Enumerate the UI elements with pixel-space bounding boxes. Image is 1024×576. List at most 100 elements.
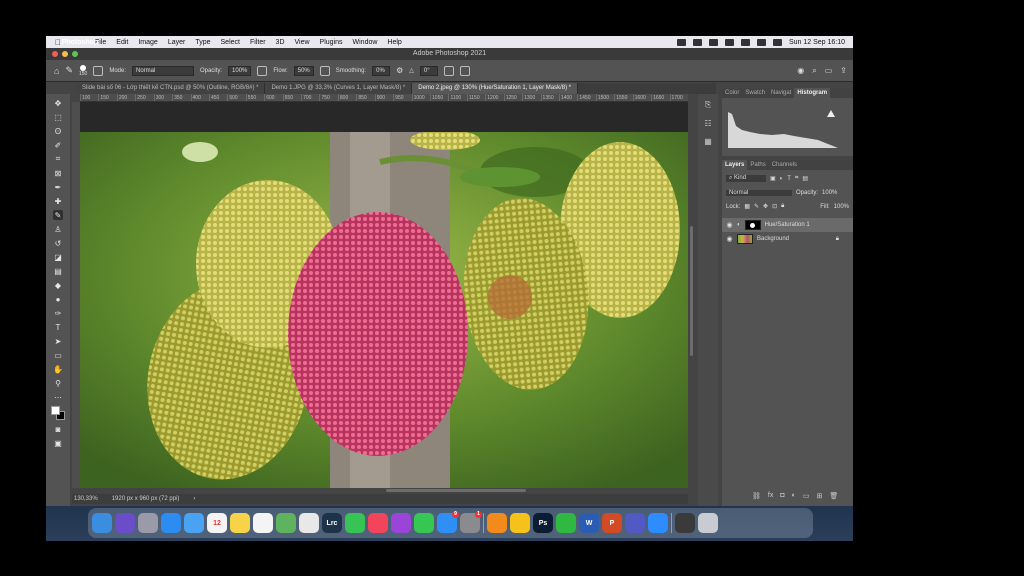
dock-app-app-store[interactable]: 9 <box>437 511 459 533</box>
healing-brush-tool-icon[interactable]: ✚ <box>53 196 63 206</box>
gradient-tool-icon[interactable]: ▤ <box>53 266 63 276</box>
eyedropper-tool-icon[interactable]: ✒ <box>53 182 63 192</box>
dock-app-messages[interactable] <box>414 513 434 533</box>
link-layers-icon[interactable]: ⛓ <box>752 492 761 500</box>
pen-tool-icon[interactable]: ✑ <box>53 308 63 318</box>
tab-paths[interactable]: Paths <box>747 160 768 170</box>
layer-filter-select[interactable]: ⌕ Kind <box>726 175 766 182</box>
pressure-size-icon[interactable] <box>443 65 454 76</box>
workspace-icon[interactable]: ▭ <box>825 66 833 76</box>
new-group-icon[interactable]: ▭ <box>803 492 810 500</box>
brush-settings-icon[interactable] <box>93 65 104 76</box>
search-icon[interactable] <box>756 38 766 46</box>
dock-app-maps[interactable] <box>276 513 296 533</box>
dock-app-podcasts[interactable] <box>391 513 411 533</box>
menu-filter[interactable]: Filter <box>245 39 271 46</box>
dodge-tool-icon[interactable]: ● <box>53 294 63 304</box>
menu-window[interactable]: Window <box>348 39 383 46</box>
layer-name[interactable]: Background <box>757 236 789 242</box>
menu-select[interactable]: Select <box>216 39 245 46</box>
brush-size-picker[interactable]: 150 <box>79 64 87 77</box>
layer-style-icon[interactable]: fx <box>768 492 773 500</box>
dock-app-powerpoint[interactable]: P <box>602 513 622 533</box>
tab-color[interactable]: Color <box>722 88 742 98</box>
add-mask-icon[interactable]: ◘ <box>780 492 784 500</box>
screen-record-icon[interactable] <box>676 38 686 46</box>
filter-pixel-icon[interactable]: ▣ <box>770 175 776 182</box>
menu-type[interactable]: Type <box>190 39 215 46</box>
status-menu-arrow[interactable]: › <box>193 496 195 502</box>
dock-app-reminders[interactable] <box>253 513 273 533</box>
mode-select[interactable]: Normal <box>132 65 195 76</box>
dock-app-facetime[interactable] <box>345 513 365 533</box>
dock-app-keynote-tool[interactable] <box>510 513 530 533</box>
gear-icon[interactable]: ⚙ <box>396 66 403 75</box>
dock-app-word[interactable]: W <box>579 513 599 533</box>
menu-3d[interactable]: 3D <box>271 39 290 46</box>
dock-app-siri[interactable] <box>115 513 135 533</box>
zoom-level[interactable]: 130,33% <box>74 496 98 502</box>
menu-layer[interactable]: Layer <box>163 39 191 46</box>
vertical-ruler[interactable] <box>72 102 80 488</box>
delete-layer-icon[interactable]: 🗑︎ <box>829 492 838 500</box>
dock-app-calendar[interactable]: 12 <box>207 513 227 533</box>
layer-mask-thumbnail[interactable] <box>744 220 761 230</box>
properties-panel-icon[interactable]: ☷ <box>703 118 713 128</box>
pressure-opacity-icon[interactable] <box>257 65 268 76</box>
blend-mode-select[interactable]: Normal <box>726 189 792 196</box>
filter-adjustment-icon[interactable]: ◐ <box>780 176 784 182</box>
quick-select-tool-icon[interactable]: ✐ <box>53 140 63 150</box>
volume-icon[interactable] <box>708 38 718 46</box>
flow-input[interactable]: 50% <box>293 65 314 76</box>
filter-type-icon[interactable]: T <box>787 176 791 182</box>
layer-row-hue-saturation[interactable]: ◉ ◐ Hue/Saturation 1 <box>722 218 853 232</box>
tab-navigator[interactable]: Navigat <box>768 88 794 98</box>
minimize-window-button[interactable] <box>62 51 68 57</box>
screen-mode-icon[interactable]: ▣ <box>53 438 63 448</box>
shape-tool-icon[interactable]: ▭ <box>53 350 63 360</box>
dock-app-notes[interactable] <box>230 513 250 533</box>
document-canvas[interactable] <box>80 132 688 488</box>
filter-shape-icon[interactable]: ⌗ <box>795 175 798 182</box>
lock-position-icon[interactable]: ✥ <box>763 203 768 210</box>
horizontal-ruler[interactable]: 100 150 200 250 300 350 400 450 500 550 600 650 700 7… <box>80 94 688 102</box>
visibility-eye-icon[interactable]: ◉ <box>726 235 733 243</box>
layer-thumbnail[interactable] <box>737 234 753 244</box>
menu-help[interactable]: Help <box>382 39 406 46</box>
dock-app-infuse[interactable] <box>487 513 507 533</box>
layer-name[interactable]: Hue/Saturation 1 <box>765 222 810 228</box>
new-adjustment-icon[interactable]: ◐ <box>792 492 796 500</box>
move-tool-icon[interactable]: ✥ <box>53 98 63 108</box>
dock-app-whatsapp[interactable] <box>556 513 576 533</box>
home-icon[interactable]: ⌂ <box>54 66 59 76</box>
marquee-tool-icon[interactable]: ⬚ <box>53 112 63 122</box>
libraries-panel-icon[interactable]: ▦ <box>703 136 713 146</box>
zoom-window-button[interactable] <box>72 51 78 57</box>
new-layer-icon[interactable]: ⊞ <box>816 492 822 500</box>
fill-input[interactable]: 100% <box>834 204 849 210</box>
history-brush-tool-icon[interactable]: ↺ <box>53 238 63 248</box>
eraser-tool-icon[interactable]: ◪ <box>53 252 63 262</box>
tab-demo-2[interactable]: Demo 2.jpeg @ 130% (Hue/Saturation 1, La… <box>412 83 579 94</box>
color-swatches[interactable] <box>51 406 65 420</box>
path-selection-tool-icon[interactable]: ➤ <box>53 336 63 346</box>
menu-image[interactable]: Image <box>133 39 162 46</box>
dock-app-teams[interactable] <box>625 513 645 533</box>
layer-row-background[interactable]: ◉ Background 🔒︎ <box>722 232 853 246</box>
tab-channels[interactable]: Channels <box>769 160 800 170</box>
learn-icon[interactable]: ◉ <box>797 66 804 76</box>
crop-tool-icon[interactable]: ⌗ <box>53 154 63 164</box>
more-tools-icon[interactable]: ⋯ <box>53 392 63 402</box>
smoothing-input[interactable]: 0% <box>372 65 391 76</box>
symmetry-icon[interactable] <box>459 65 470 76</box>
quick-mask-icon[interactable]: ◙ <box>53 424 63 434</box>
dock-app-photoshop[interactable]: Ps <box>533 513 553 533</box>
airbrush-icon[interactable] <box>319 65 330 76</box>
lasso-tool-icon[interactable]: ʘ <box>53 126 63 136</box>
menubar-clock[interactable]: Sun 12 Sep 16:10 <box>789 39 845 46</box>
menu-plugins[interactable]: Plugins <box>315 39 348 46</box>
share-icon[interactable]: ⇪ <box>840 66 847 76</box>
tab-swatches[interactable]: Swatch <box>742 88 768 98</box>
visibility-eye-icon[interactable]: ◉ <box>726 221 733 229</box>
blur-tool-icon[interactable]: ◆ <box>53 280 63 290</box>
